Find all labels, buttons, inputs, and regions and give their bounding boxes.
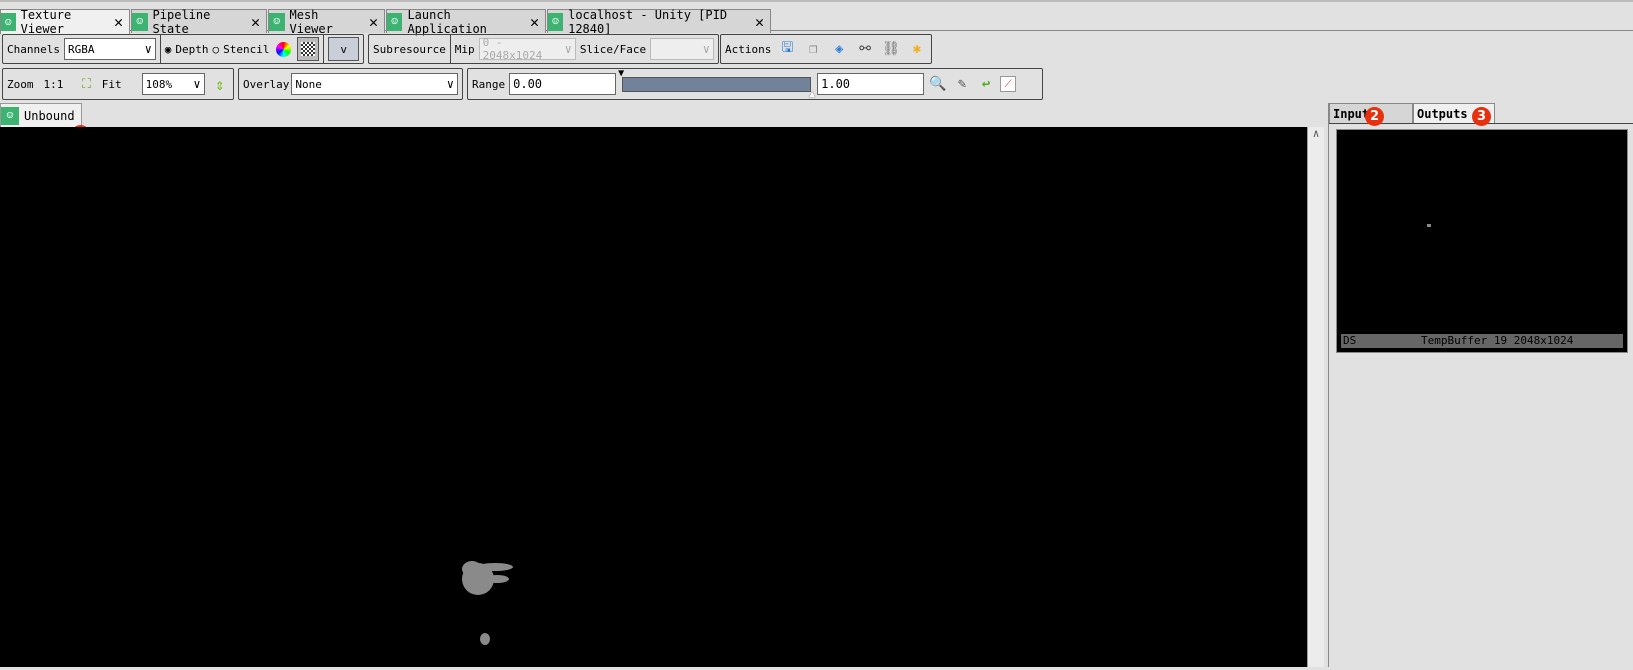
thumbnail-blob [1427,224,1431,227]
subresource-group: Subresource Mip 0 - 2048x1024 ∨ Slice/Fac… [368,34,719,64]
chevron-down-icon: ∨ [144,42,152,56]
divider [159,35,161,63]
tab-localhost-unity[interactable]: ☺ localhost - Unity [PID 12840] ✕ [547,7,771,36]
tab-mesh-viewer[interactable]: ☺ Mesh Viewer ✕ [268,7,385,36]
tab-launch-application[interactable]: ☺ Launch Application ✕ [386,7,546,36]
copy-icon[interactable]: ❐ [803,39,823,59]
tab-unbound[interactable]: ☺ Unbound [0,103,82,127]
fit-button[interactable]: Fit [102,78,122,91]
autofit-range-icon[interactable]: ⇕ [211,74,229,94]
zoom-group: Zoom 1:1 ⛶ Fit 108% ∨ ⇕ [2,68,234,100]
vertical-scrollbar[interactable]: ∧ [1307,127,1324,667]
tab-label: localhost - Unity [PID 12840] [568,7,728,36]
flip-button[interactable]: v [328,37,360,61]
thumbnail-panel: Inputs Outputs DS TempBuffer 19 2048x102… [1328,103,1633,667]
overlay-label: Overlay [243,77,290,91]
tab-label: Unbound [24,108,75,123]
channels-value: RGBA [67,42,95,56]
close-icon[interactable]: ✕ [114,13,123,31]
range-max-value: 1.00 [821,77,851,91]
divider [449,35,451,63]
reset-range-icon[interactable]: ↩ [976,74,996,94]
histogram-icon[interactable]: ⟋ [1000,76,1017,92]
range-bar [622,77,812,92]
document-tab-bar: ☺ Texture Viewer ✕ ☺ Pipeline State ✕ ☺ Mesh … [0,0,1633,36]
chevron-down-icon: ∨ [193,77,201,91]
range-group: Range 0.00 ▼ ▲ 1.00 🔍 ✎ ↩ ⟋ [467,68,1043,100]
close-icon[interactable]: ✕ [755,13,764,31]
range-slider[interactable]: ▼ ▲ [618,68,815,100]
annotation-badge: 3 [1472,107,1491,126]
puzzle-icon[interactable]: ✱ [907,39,927,59]
actions-label: Actions [725,42,772,56]
color-wheel-icon[interactable] [273,39,292,59]
tab-pipeline-state[interactable]: ☺ Pipeline State ✕ [131,7,267,36]
overlay-select[interactable]: None ∨ [291,73,458,95]
close-icon[interactable]: ✕ [251,13,260,31]
tab-icon: ☺ [387,12,403,31]
depth-radio[interactable]: ◉ [165,43,172,56]
range-max-input[interactable]: 1.00 [817,73,925,95]
range-label: Range [472,77,506,91]
save-icon[interactable]: 🖫 [777,39,797,59]
annotation-badge: 2 [1365,107,1384,126]
range-min-input[interactable]: 0.00 [509,73,617,95]
range-min-handle[interactable]: ▼ [618,68,624,79]
depth-label: Depth [175,42,209,56]
chevron-down-icon: ∨ [564,42,572,56]
texture-content [462,561,513,645]
tab-icon: ☺ [269,12,285,31]
chevron-down-icon: ∨ [446,77,454,91]
checkerboard-button[interactable] [296,37,320,61]
texture-canvas[interactable] [0,127,1307,667]
divider [323,35,325,63]
channels-group: Channels RGBA ∨ ◉ Depth ○ Stencil v [2,34,364,64]
tab-texture-viewer[interactable]: ☺ Texture Viewer ✕ [0,8,130,36]
zoom-value: 108% [145,77,173,91]
fit-icon[interactable]: ⛶ [77,74,95,94]
thumbnail-slot: DS [1343,334,1357,347]
eyedropper-icon[interactable]: ✎ [952,74,972,94]
tab-icon: ☺ [1,13,16,31]
chevron-down-icon: ∨ [702,42,710,56]
thumbnail-label: DS TempBuffer 19 2048x1024 [1341,334,1623,348]
subresource-label: Subresource [373,42,446,56]
tab-label: Pipeline State [152,7,211,36]
actions-group: Actions 🖫 ❐ ◈ ⚯ ⛓ ✱ [720,34,932,64]
tab-label: Mesh Viewer [289,7,333,36]
chevron-up-icon[interactable]: ∧ [1313,127,1320,140]
link-icon[interactable]: ⛓ [881,39,901,59]
mip-label: Mip [454,42,475,56]
tab-label: Texture Viewer [20,8,72,36]
zoom-1to1-button[interactable]: 1:1 [44,78,64,91]
zoom-label: Zoom [7,77,34,91]
overlay-group: Overlay None ∨ [238,68,463,100]
tab-icon: ☺ [548,12,564,31]
binoculars-icon[interactable]: ⚯ [855,39,875,59]
slice-select[interactable]: ∨ [650,38,714,60]
close-icon[interactable]: ✕ [530,13,539,31]
stencil-label: Stencil [223,42,270,56]
channels-label: Channels [7,42,60,56]
range-min-value: 0.00 [513,77,543,91]
stencil-radio[interactable]: ○ [213,43,220,56]
overlay-value: None [295,77,322,91]
open-in-editor-icon[interactable]: ◈ [829,39,849,59]
tab-label: Launch Application [407,7,487,36]
tab-label: Outputs [1417,107,1468,121]
zoom-range-icon[interactable]: 🔍 [928,74,948,94]
tab-icon: ☺ [1,106,19,125]
mip-value: 0 - 2048x1024 [482,36,543,62]
slice-label: Slice/Face [579,42,647,56]
texture-blob [462,561,513,645]
tab-icon: ☺ [132,12,148,31]
close-icon[interactable]: ✕ [369,13,378,31]
range-max-handle[interactable]: ▲ [809,89,815,100]
zoom-select[interactable]: 108% ∨ [141,73,205,95]
thumbnail-name: TempBuffer 19 2048x1024 [1421,334,1574,347]
channels-select[interactable]: RGBA ∨ [63,38,156,60]
mip-select[interactable]: 0 - 2048x1024 ∨ [478,36,576,62]
output-thumbnail[interactable]: DS TempBuffer 19 2048x1024 [1336,129,1628,353]
